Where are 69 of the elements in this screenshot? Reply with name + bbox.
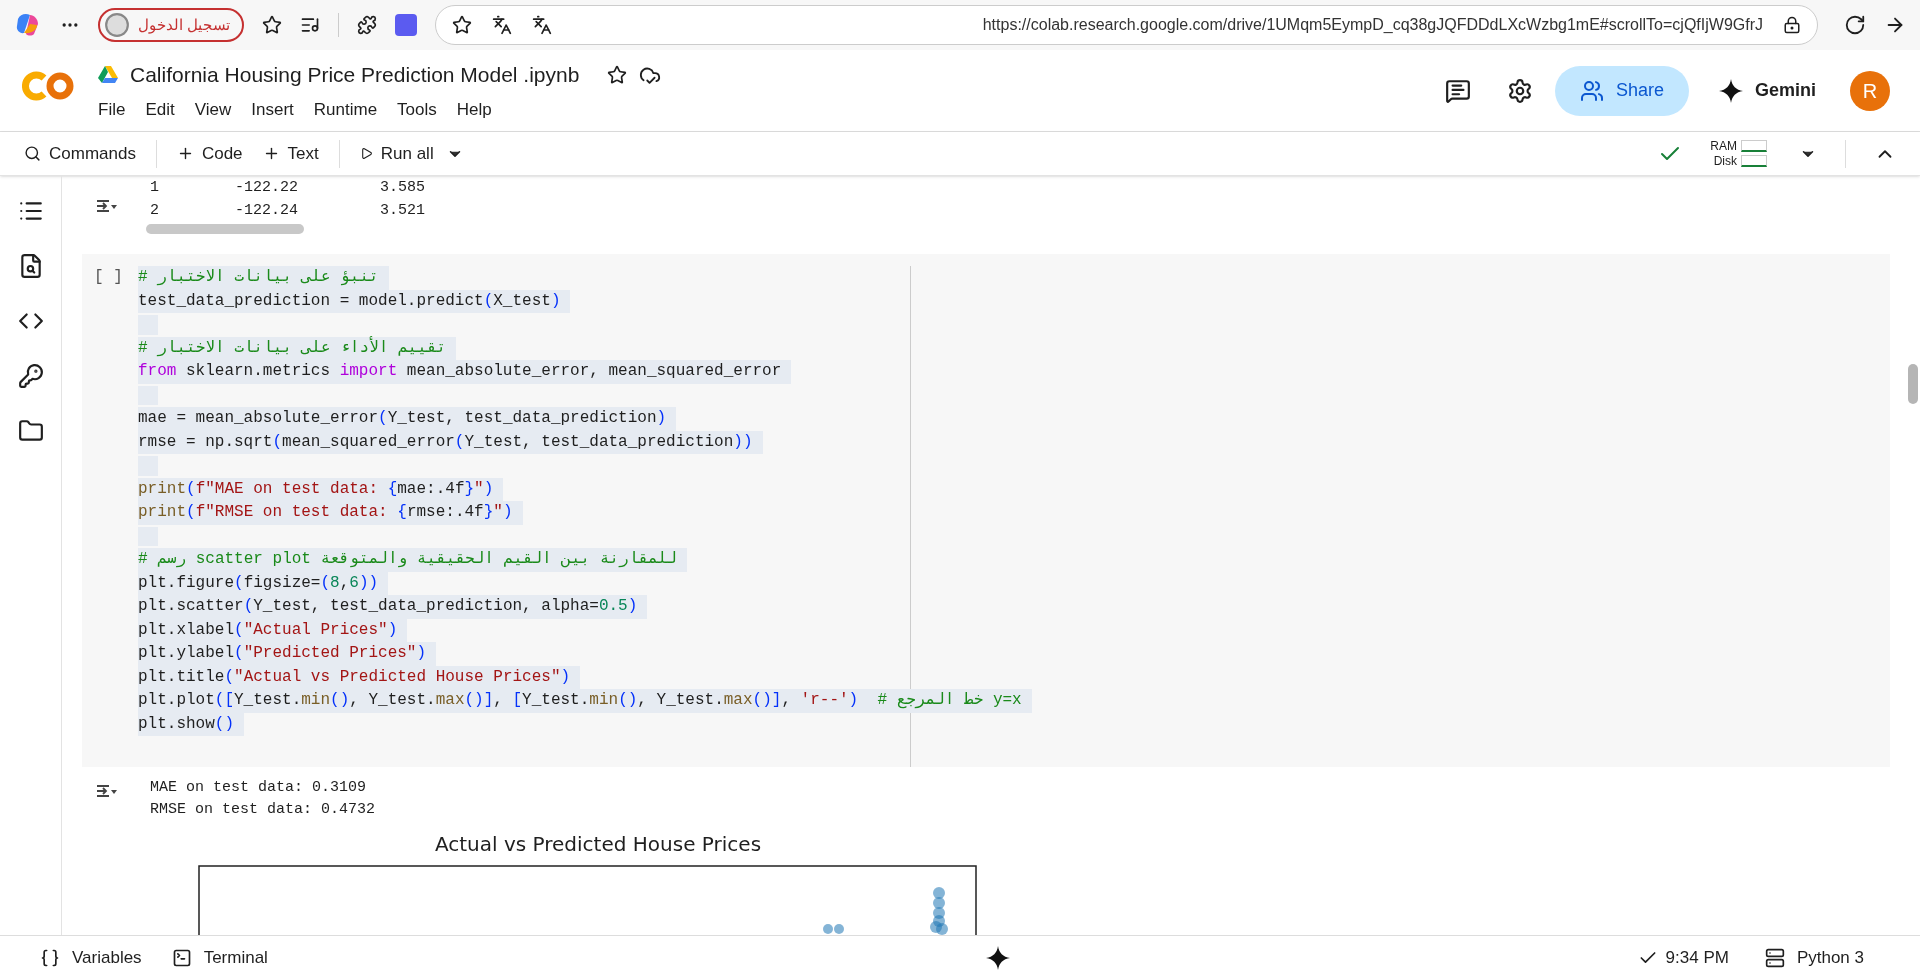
address-bar[interactable]: https://colab.research.google.com/drive/1UMqm5EympD_cq38gJQFDDdLXcWzbg1mE#scrollTo=cjQfIjW9GfrJ — [435, 5, 1818, 45]
comments-icon[interactable] — [1445, 77, 1471, 104]
share-button[interactable]: Share — [1555, 65, 1689, 116]
runtime-button[interactable]: Python 3 — [1764, 944, 1864, 971]
plot-title: Actual vs Predicted House Prices — [433, 831, 763, 858]
settings-icon[interactable] — [1507, 77, 1533, 104]
menu-item[interactable]: File — [98, 96, 126, 122]
braces-icon — [40, 947, 60, 968]
table-cell-text: 3.585 — [380, 178, 426, 198]
drive-icon[interactable] — [98, 65, 118, 84]
variables-button[interactable]: Variables — [40, 944, 142, 971]
vertical-scrollbar-thumb[interactable] — [1908, 364, 1918, 404]
horizontal-scrollbar-thumb[interactable] — [146, 224, 304, 234]
translate-icon[interactable] — [532, 15, 553, 35]
sparkle-icon[interactable] — [985, 945, 1010, 970]
favorite-icon[interactable] — [452, 15, 473, 35]
reload-icon[interactable] — [1844, 14, 1866, 36]
menu-item[interactable]: Tools — [397, 96, 437, 122]
extension-icon[interactable] — [395, 14, 418, 36]
run-all-button[interactable]: Run all — [359, 140, 434, 167]
commands-button[interactable]: Commands — [24, 140, 136, 167]
menu-item[interactable]: View — [194, 96, 232, 122]
data-point — [930, 921, 942, 933]
output-line: RMSE on test data: 0.4732 — [150, 800, 376, 820]
folder-icon[interactable] — [17, 418, 44, 444]
play-icon — [359, 147, 373, 160]
add-code-button[interactable]: Code — [176, 140, 243, 167]
table-cell-text: 3.521 — [380, 201, 426, 221]
disk-label: Disk — [1713, 153, 1737, 169]
star-icon[interactable] — [607, 64, 628, 85]
profile-icon — [104, 12, 130, 38]
ram-label: RAM — [1710, 138, 1737, 154]
ram-meter[interactable] — [1741, 140, 1767, 152]
data-point — [834, 924, 844, 934]
extensions-icon[interactable] — [357, 15, 378, 35]
run-cell-prompt[interactable]: [ ] — [82, 266, 138, 749]
url-text: https://colab.research.google.com/drive/1UMqm5EympD_cq38gJQFDDdLXcWzbg1mE#scrollTo=cjQfIjW9GfrJ — [982, 15, 1763, 35]
terminal-button[interactable]: Terminal — [171, 944, 268, 971]
menu-item[interactable]: Help — [456, 96, 492, 122]
lock-icon[interactable] — [1783, 16, 1801, 34]
data-point — [933, 897, 945, 909]
sign-in-button[interactable]: تسجيل الدخول — [98, 8, 245, 42]
search-icon — [24, 145, 41, 162]
menu-item[interactable]: Insert — [251, 96, 294, 122]
terminal-icon — [171, 947, 192, 968]
notebook-title[interactable]: California Housing Price Prediction Model .ipynb — [130, 59, 580, 91]
favorites-icon[interactable] — [262, 15, 283, 35]
code-cell[interactable] — [82, 254, 1890, 767]
data-point — [933, 907, 945, 919]
output-line: MAE on test data: 0.3109 — [150, 778, 368, 798]
table-cell-text: -122.24 — [235, 201, 299, 221]
disk-meter[interactable] — [1741, 155, 1767, 167]
menu-item[interactable]: Runtime — [313, 96, 378, 122]
data-point — [823, 924, 833, 934]
people-icon — [1579, 78, 1604, 103]
table-cell-text: 1 — [150, 178, 160, 198]
server-icon — [1764, 947, 1785, 968]
data-point — [933, 887, 945, 899]
table-cell-text: 2 — [150, 201, 160, 221]
key-icon[interactable] — [17, 363, 44, 389]
add-text-button[interactable]: Text — [262, 140, 319, 167]
sparkle-icon — [1719, 78, 1743, 103]
table-cell-text: -122.22 — [235, 178, 299, 198]
media-icon[interactable] — [300, 15, 321, 35]
colab-logo-icon[interactable] — [22, 70, 74, 102]
save-time: 9:34 PM — [1665, 946, 1729, 969]
gemini-button[interactable]: Gemini — [1719, 77, 1816, 104]
data-point — [936, 923, 948, 935]
menu-item[interactable]: Edit — [145, 96, 175, 122]
